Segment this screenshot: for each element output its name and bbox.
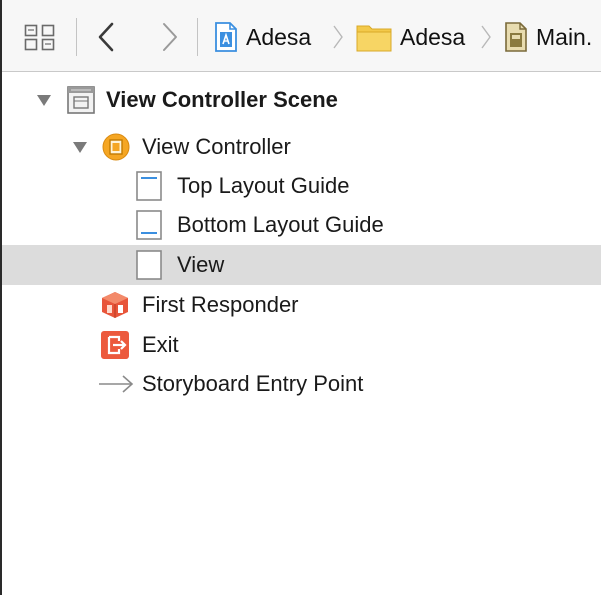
chevron-left-icon xyxy=(98,22,114,52)
breadcrumb-label: Adesa xyxy=(400,23,466,50)
breadcrumb-separator-icon xyxy=(480,24,492,50)
breadcrumb-label: Adesa xyxy=(246,23,312,50)
document-outline-window: Adesa Adesa Main. View Controller Scene … xyxy=(0,0,601,595)
outline-item-view-controller[interactable]: View Controller xyxy=(2,128,601,166)
jump-bar: Adesa Adesa Main. xyxy=(2,0,601,72)
view-icon xyxy=(134,249,164,286)
scene-icon xyxy=(66,85,96,120)
forward-button[interactable] xyxy=(156,20,182,54)
entry-point-arrow-icon xyxy=(98,373,134,400)
outline-item-view[interactable]: View xyxy=(2,245,601,285)
outline-item-label: Exit xyxy=(142,332,179,357)
outline-item-label: Storyboard Entry Point xyxy=(142,371,364,396)
jump-bar-divider xyxy=(76,18,77,56)
folder-icon xyxy=(356,25,392,52)
outline-item-bottom-layout-guide[interactable]: Bottom Layout Guide xyxy=(2,206,601,244)
jump-bar-divider xyxy=(197,18,198,56)
disclosure-triangle-expanded-icon[interactable] xyxy=(72,139,88,155)
outline-item-storyboard-entry-point[interactable]: Storyboard Entry Point xyxy=(2,365,601,403)
outline-item-label: View xyxy=(177,252,225,277)
first-responder-icon xyxy=(100,290,130,325)
breadcrumb-project[interactable]: Adesa xyxy=(214,20,311,54)
chevron-right-icon xyxy=(163,23,177,51)
outline-item-label: First Responder xyxy=(142,292,299,317)
top-layout-guide-icon xyxy=(134,170,164,207)
outline-item-first-responder[interactable]: First Responder xyxy=(2,286,601,324)
breadcrumb-file[interactable]: Main. xyxy=(504,20,592,54)
xcode-project-icon xyxy=(215,22,237,52)
outline-item-top-layout-guide[interactable]: Top Layout Guide xyxy=(2,167,601,205)
outline-item-label: Top Layout Guide xyxy=(177,173,350,198)
outline-item-exit[interactable]: Exit xyxy=(2,326,601,364)
exit-icon xyxy=(100,330,130,365)
disclosure-triangle-expanded-icon[interactable] xyxy=(36,92,52,108)
outline-item-label: View Controller xyxy=(142,134,291,159)
related-items-grid-icon[interactable] xyxy=(24,24,56,52)
view-controller-icon xyxy=(101,132,131,167)
outline-item-label: View Controller Scene xyxy=(106,87,338,112)
document-outline: View Controller Scene View Controller To… xyxy=(2,73,601,595)
outline-item-view-controller-scene[interactable]: View Controller Scene xyxy=(2,81,601,119)
breadcrumb-separator-icon xyxy=(332,24,344,50)
bottom-layout-guide-icon xyxy=(134,209,164,246)
breadcrumb-label: Main. xyxy=(536,23,593,50)
outline-item-label: Bottom Layout Guide xyxy=(177,212,384,237)
storyboard-file-icon xyxy=(505,22,527,52)
breadcrumb-group[interactable]: Adesa xyxy=(356,20,465,54)
back-button[interactable] xyxy=(94,20,120,54)
